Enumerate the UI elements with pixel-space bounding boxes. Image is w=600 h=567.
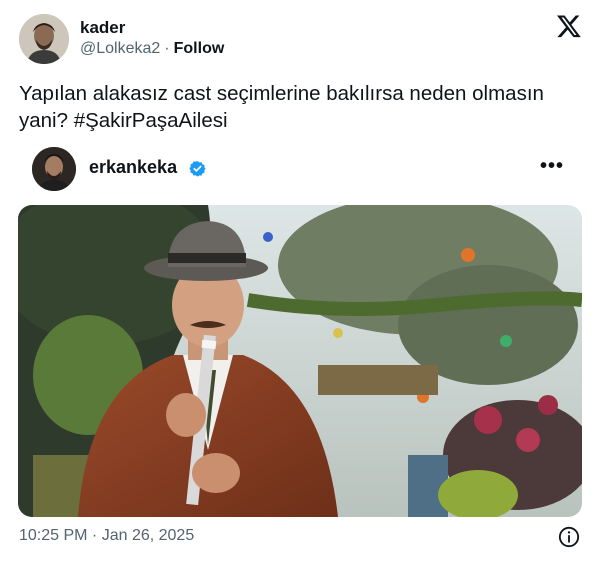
author-avatar[interactable] [19, 14, 69, 64]
tweet-text: Yapılan alakasız cast seçimlerine bakılı… [19, 82, 544, 132]
more-options-icon[interactable]: ••• [540, 155, 564, 178]
author-name[interactable]: kader [80, 18, 125, 38]
follow-button[interactable]: Follow [174, 40, 225, 57]
tweet-timestamp[interactable]: 10:25 PM · Jan 26, 2025 [19, 527, 194, 545]
author-handle[interactable]: @Lolkeka2 [80, 40, 160, 57]
x-logo-icon[interactable] [556, 13, 582, 39]
embedded-author-avatar[interactable] [32, 147, 76, 191]
embedded-username[interactable]: erkankeka [89, 157, 177, 178]
author-handle-row: @Lolkeka2 · Follow [80, 40, 224, 58]
verified-badge-icon [189, 160, 206, 177]
info-icon[interactable] [558, 526, 580, 548]
post-photo[interactable] [18, 205, 582, 517]
separator-dot: · [164, 40, 170, 57]
